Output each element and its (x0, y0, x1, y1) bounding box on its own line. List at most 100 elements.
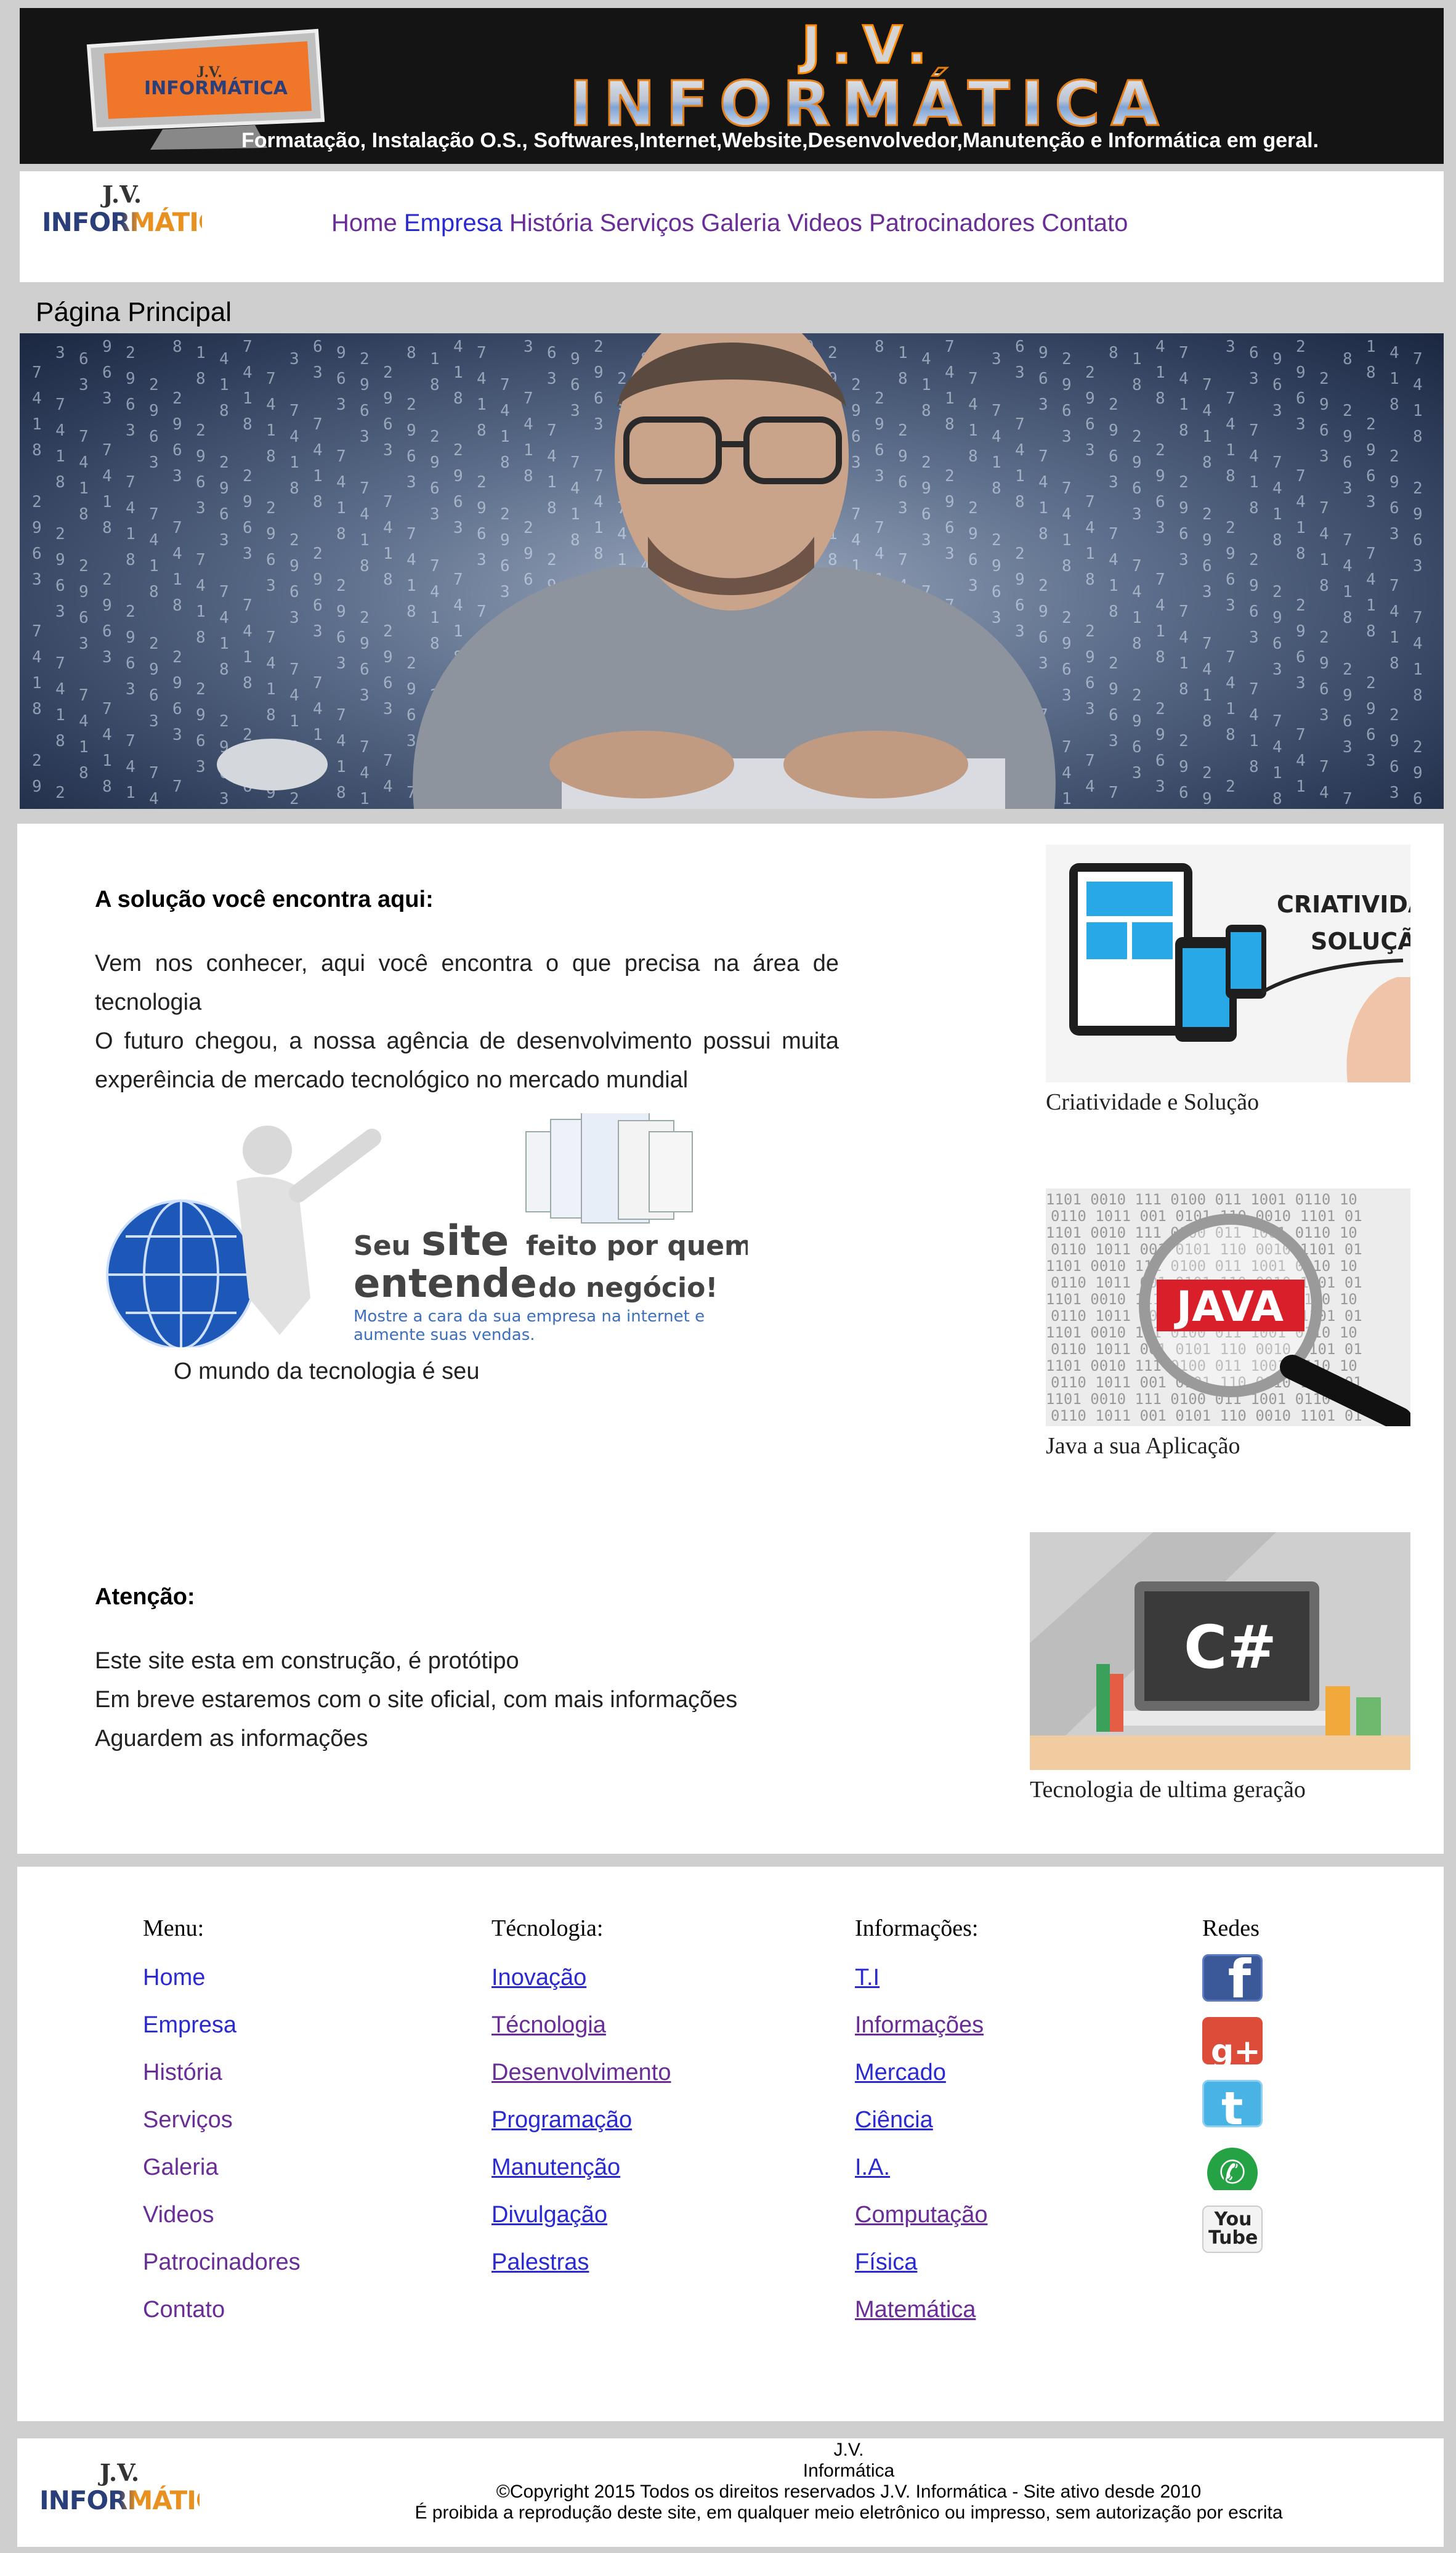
svg-text:7: 7 (992, 402, 1001, 420)
svg-text:2: 2 (1319, 628, 1329, 647)
footer-link-videos[interactable]: Videos (143, 2191, 301, 2239)
footer-logo[interactable]: J.V. INFORMÁTICA (39, 2461, 234, 2528)
footer-link-palestras[interactable]: Palestras (491, 2239, 671, 2286)
footer-link-manutencao[interactable]: Manutenção (491, 2144, 671, 2191)
footer-link-ti[interactable]: T.I (855, 1954, 987, 2002)
svg-text:3: 3 (1366, 493, 1376, 511)
svg-text:6: 6 (875, 441, 884, 460)
svg-text:4: 4 (266, 654, 276, 673)
svg-text:8: 8 (1226, 726, 1236, 744)
svg-text:3: 3 (1272, 660, 1282, 679)
svg-text:6: 6 (547, 344, 557, 362)
footer-link-tecnologia[interactable]: Técnologia (491, 2002, 671, 2049)
svg-text:7: 7 (149, 764, 159, 782)
svg-text:9: 9 (289, 557, 299, 575)
svg-text:6: 6 (1015, 338, 1025, 356)
svg-text:9: 9 (524, 545, 533, 563)
svg-text:7: 7 (1179, 344, 1189, 362)
svg-text:2: 2 (1389, 447, 1399, 466)
footer-link-ciencia[interactable]: Ciência (855, 2096, 987, 2144)
nav-link-empresa[interactable]: Empresa (404, 209, 503, 237)
site-logo[interactable]: J.V. INFORMÁTICA (42, 182, 237, 250)
footer-tech-column: Técnologia: Inovação Técnologia Desenvol… (491, 1915, 671, 2286)
svg-text:6: 6 (102, 363, 112, 382)
footer-link-patrocinadores[interactable]: Patrocinadores (143, 2239, 301, 2286)
svg-text:4: 4 (1413, 635, 1423, 653)
footer-link-contato[interactable]: Contato (143, 2286, 301, 2334)
footer-link-informacoes[interactable]: Informações (855, 2002, 987, 2049)
footer-link-inovacao[interactable]: Inovação (491, 1954, 671, 2002)
youtube-icon[interactable]: You Tube (1202, 2206, 1263, 2253)
facebook-icon[interactable]: f (1202, 1954, 1263, 2002)
svg-text:4: 4 (453, 596, 463, 615)
banner-brand-word: INFORMÁTICA (414, 72, 1325, 136)
svg-text:8: 8 (1155, 389, 1165, 408)
svg-text:3: 3 (1226, 596, 1236, 615)
nav-link-galeria[interactable]: Galeria (701, 209, 780, 237)
footer-link-empresa[interactable]: Empresa (143, 2002, 301, 2049)
footer-link-divulgacao[interactable]: Divulgação (491, 2191, 671, 2239)
svg-text:3: 3 (79, 376, 89, 394)
footer-link-home[interactable]: Home (143, 1954, 301, 2002)
nav-link-contato[interactable]: Contato (1041, 209, 1128, 237)
whatsapp-icon[interactable]: ✆ (1202, 2143, 1263, 2190)
svg-text:7: 7 (547, 421, 557, 440)
nav-link-videos[interactable]: Videos (787, 209, 862, 237)
svg-text:4: 4 (243, 363, 253, 382)
copyright-line-2: Informática (803, 2461, 895, 2481)
logo-line-2: INFORMÁTICA (42, 207, 237, 237)
svg-text:4: 4 (79, 712, 89, 731)
svg-text:8: 8 (570, 531, 580, 550)
svg-text:8: 8 (1132, 376, 1142, 394)
svg-text:6: 6 (1085, 674, 1095, 692)
nav-link-historia[interactable]: História (509, 209, 593, 237)
svg-text:9: 9 (1389, 473, 1399, 492)
svg-text:3: 3 (149, 712, 159, 731)
svg-text:4: 4 (1085, 519, 1095, 537)
svg-text:4: 4 (945, 363, 955, 382)
footer-link-galeria[interactable]: Galeria (143, 2144, 301, 2191)
footer-link-ia[interactable]: I.A. (855, 2144, 987, 2191)
footer-link-computacao[interactable]: Computação (855, 2191, 987, 2239)
svg-text:1: 1 (453, 363, 463, 382)
footer-link-matematica[interactable]: Matemática (855, 2286, 987, 2334)
footer-link-desenvolvimento[interactable]: Desenvolvimento (491, 2049, 671, 2096)
svg-text:9: 9 (32, 519, 42, 537)
footer-link-historia[interactable]: História (143, 2049, 301, 2096)
svg-text:6: 6 (1272, 635, 1282, 653)
svg-text:6: 6 (126, 654, 135, 673)
nav-link-home[interactable]: Home (331, 209, 397, 237)
footer-link-programacao[interactable]: Programação (491, 2096, 671, 2144)
svg-text:6: 6 (1155, 752, 1165, 770)
svg-text:1: 1 (383, 545, 393, 563)
svg-text:3: 3 (1366, 752, 1376, 770)
svg-text:8: 8 (1062, 557, 1072, 575)
svg-text:6: 6 (1343, 712, 1353, 731)
svg-text:7: 7 (1085, 493, 1095, 511)
footer-link-mercado[interactable]: Mercado (855, 2049, 987, 2096)
svg-text:9: 9 (313, 570, 323, 589)
svg-text:1: 1 (1202, 686, 1212, 705)
nav-link-servicos[interactable]: Serviços (600, 209, 694, 237)
svg-text:3: 3 (1038, 396, 1048, 414)
footer-link-fisica[interactable]: Física (855, 2239, 987, 2286)
twitter-icon[interactable]: t (1202, 2080, 1263, 2127)
svg-text:6: 6 (172, 441, 182, 460)
svg-text:9: 9 (360, 635, 370, 653)
svg-text:3: 3 (524, 338, 533, 356)
nav-link-patrocinadores[interactable]: Patrocinadores (869, 209, 1035, 237)
svg-text:8: 8 (406, 344, 416, 362)
google-plus-icon[interactable]: g+ (1202, 2017, 1263, 2064)
svg-text:4: 4 (1202, 660, 1212, 679)
svg-text:8: 8 (430, 376, 440, 394)
copyright-bar: J.V. INFORMÁTICA J.V. Informática ©Copyr… (17, 2438, 1444, 2547)
solution-paragraph: Vem nos conhecer, aqui você encontra o q… (95, 944, 839, 1100)
svg-text:4: 4 (360, 505, 370, 524)
svg-text:7: 7 (126, 732, 135, 750)
svg-text:4: 4 (243, 622, 253, 641)
solution-line-1: Vem nos conhecer, aqui você encontra o q… (95, 951, 839, 1015)
svg-text:6: 6 (55, 577, 65, 595)
svg-text:1: 1 (500, 428, 510, 446)
promo-line-d: entende (354, 1261, 537, 1307)
footer-link-servicos[interactable]: Serviços (143, 2096, 301, 2144)
